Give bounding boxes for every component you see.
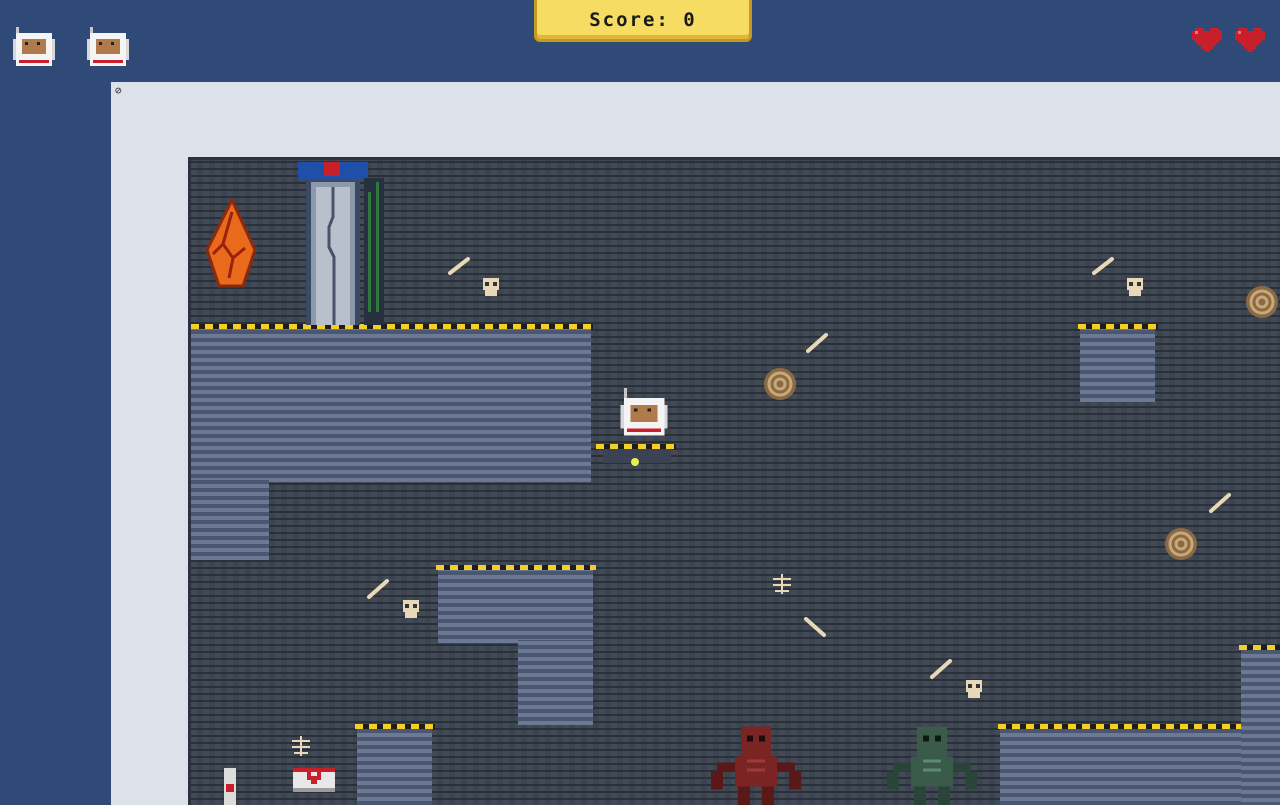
hazard-edge — [998, 724, 1243, 729]
bone-icon — [1091, 256, 1115, 276]
tree-ring-icon — [1163, 526, 1199, 562]
hazard-edge — [355, 724, 435, 729]
fire-crystal-icon — [205, 196, 257, 288]
hover-light — [631, 458, 639, 466]
astronaut-head-icon — [13, 27, 55, 66]
player-astronaut[interactable] — [617, 388, 671, 442]
platform-left-column — [191, 480, 269, 560]
exit-door[interactable] — [298, 162, 388, 325]
circle-slash-icon[interactable]: ⊘ — [115, 85, 127, 97]
heart-icon — [1235, 28, 1265, 52]
platform-right-small — [1080, 327, 1155, 402]
heart-icon — [1192, 28, 1222, 52]
skull-icon — [481, 278, 501, 296]
enemy-green-creature[interactable] — [887, 726, 977, 805]
platform-right-ledge — [1241, 648, 1280, 805]
tree-ring-icon — [762, 366, 798, 402]
enemy-red-creature[interactable] — [711, 726, 801, 805]
hazard-edge — [436, 565, 596, 570]
red-creature-icon — [711, 726, 801, 805]
game-stage[interactable] — [188, 157, 1280, 805]
heart-icon-1 — [1189, 22, 1225, 58]
bone-icon — [929, 658, 953, 680]
ribcage-icon — [290, 736, 312, 756]
hazard-edge — [1239, 645, 1280, 650]
tree-ring-icon — [1244, 284, 1280, 320]
platform-bottom-right — [1000, 727, 1250, 805]
score-display: Score: 0 — [534, 0, 752, 42]
skull-icon — [964, 680, 984, 698]
bone-icon — [1208, 492, 1232, 514]
green-creature-icon — [887, 726, 977, 805]
life-icon-1 — [10, 24, 58, 72]
astronaut-icon — [620, 388, 668, 436]
platform-bottom-small — [357, 727, 432, 805]
hazard-edge — [191, 324, 593, 329]
bone-icon — [803, 616, 827, 638]
skull-icon — [1125, 278, 1145, 296]
score-label: Score: 0 — [589, 8, 697, 31]
bone-icon — [805, 332, 829, 354]
heart-icon-2 — [1232, 22, 1268, 58]
canister — [222, 768, 238, 805]
health-chest[interactable] — [293, 762, 335, 796]
skull-icon — [401, 600, 421, 618]
health-chest-icon — [293, 768, 335, 792]
ribcage-icon — [771, 574, 793, 594]
platform-upper-left — [191, 327, 591, 482]
hazard-edge — [1078, 324, 1158, 329]
exit-door-icon — [298, 162, 384, 325]
fire-crystal[interactable] — [203, 196, 261, 290]
astronaut-head-icon — [87, 27, 129, 66]
bone-icon — [447, 256, 471, 276]
platform-middle-stem — [518, 640, 593, 725]
platform-middle — [438, 568, 593, 643]
bone-icon — [366, 578, 390, 600]
life-icon-2 — [84, 24, 132, 72]
